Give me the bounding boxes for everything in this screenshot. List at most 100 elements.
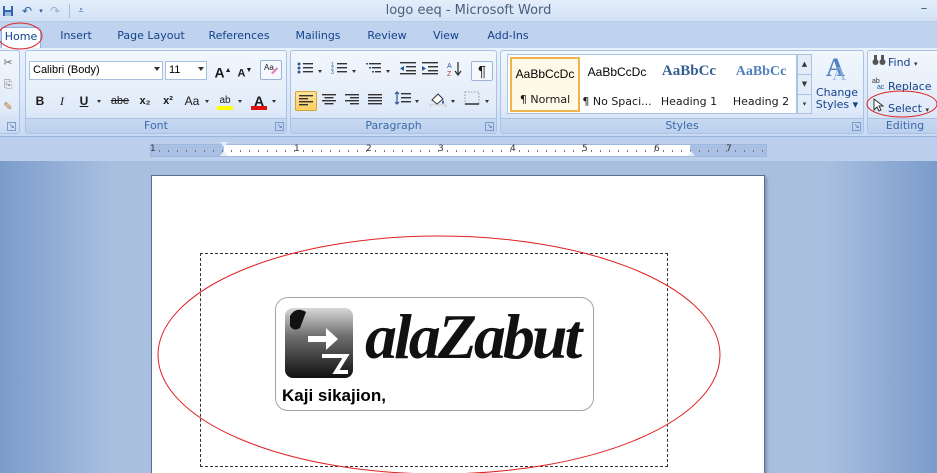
find-button[interactable]: Find ▾ bbox=[872, 54, 918, 72]
highlight-button[interactable]: ab bbox=[214, 91, 236, 111]
change-case-dropdown-icon[interactable] bbox=[205, 100, 209, 103]
style-normal[interactable]: AaBbCcDc ¶ Normal bbox=[510, 57, 580, 112]
ruler-tick bbox=[699, 150, 700, 152]
ribbon: ✂ ⎘ ✎ ↘ Calibri (Body) 11 A▲ A▼ Aa B I U… bbox=[0, 48, 937, 137]
gallery-down-icon[interactable]: ▼ bbox=[798, 75, 811, 95]
ruler-tick bbox=[501, 150, 502, 152]
ruler-tick bbox=[510, 150, 511, 152]
show-marks-button[interactable]: ¶ bbox=[471, 61, 493, 81]
chevron-down-icon: ▾ bbox=[914, 60, 918, 68]
horizontal-ruler[interactable]: 1 1 2 3 4 5 6 7 bbox=[150, 142, 767, 157]
hanging-indent-marker[interactable] bbox=[220, 151, 228, 156]
ruler-tick bbox=[366, 150, 367, 152]
line-spacing-dropdown-icon[interactable] bbox=[415, 100, 419, 103]
select-button[interactable]: Select ▾ bbox=[872, 97, 929, 116]
ruler-tick bbox=[285, 150, 286, 152]
ruler-tick bbox=[465, 150, 466, 152]
ruler-tick bbox=[546, 150, 547, 152]
tab-page-layout[interactable]: Page Layout bbox=[112, 27, 190, 48]
cut-icon[interactable]: ✂ bbox=[0, 53, 16, 73]
change-case-button[interactable]: Aa bbox=[181, 91, 203, 111]
line-spacing-icon[interactable] bbox=[392, 91, 414, 111]
borders-icon[interactable] bbox=[461, 91, 483, 111]
clipboard-launcher-icon[interactable]: ↘ bbox=[7, 122, 16, 131]
clipboard-group: ✂ ⎘ ✎ ↘ bbox=[0, 50, 20, 134]
ruler-tick bbox=[492, 150, 493, 152]
italic-button[interactable]: I bbox=[51, 91, 73, 111]
ruler-tick bbox=[528, 150, 529, 152]
ruler-tick bbox=[267, 150, 268, 152]
decrease-indent-icon[interactable] bbox=[397, 61, 419, 81]
font-color-button[interactable]: A bbox=[248, 91, 270, 111]
ruler-tick bbox=[384, 150, 385, 152]
font-launcher-icon[interactable]: ↘ bbox=[275, 122, 284, 131]
multilevel-list-icon[interactable] bbox=[363, 61, 385, 81]
gallery-more-icon[interactable]: ▾ bbox=[798, 95, 811, 115]
style-name: Heading 1 bbox=[660, 95, 718, 108]
tab-insert[interactable]: Insert bbox=[52, 27, 100, 48]
superscript-button[interactable]: x² bbox=[157, 91, 179, 111]
clear-formatting-button[interactable]: Aa bbox=[260, 60, 282, 80]
ruler-tick bbox=[483, 150, 484, 152]
ruler-tick bbox=[159, 150, 160, 152]
ruler-number: 2 bbox=[366, 144, 372, 154]
ruler-tick bbox=[438, 150, 439, 152]
first-line-indent-marker[interactable] bbox=[220, 142, 228, 147]
right-indent-marker[interactable] bbox=[687, 151, 695, 156]
tab-add-ins[interactable]: Add-Ins bbox=[478, 27, 538, 48]
subscript-button[interactable]: x₂ bbox=[134, 91, 156, 111]
tab-view[interactable]: View bbox=[426, 27, 466, 48]
borders-dropdown-icon[interactable] bbox=[485, 100, 489, 103]
font-color-dropdown-icon[interactable] bbox=[272, 100, 276, 103]
minimize-icon[interactable]: – bbox=[911, 1, 937, 19]
grow-font-button[interactable]: A▲ bbox=[212, 61, 234, 81]
ruler-tick bbox=[735, 150, 736, 152]
style-name: Heading 2 bbox=[732, 95, 790, 108]
underline-dropdown-icon[interactable] bbox=[97, 100, 101, 103]
align-left-button[interactable] bbox=[295, 91, 317, 111]
style-name: ¶ No Spaci... bbox=[582, 95, 652, 108]
style-heading-2[interactable]: AaBbCc Heading 2 bbox=[726, 57, 796, 112]
change-styles-icon: AA bbox=[826, 53, 847, 85]
replace-button[interactable]: ab ac Replace bbox=[872, 76, 932, 94]
numbering-dropdown-icon[interactable] bbox=[352, 70, 356, 73]
align-center-icon[interactable] bbox=[318, 91, 340, 111]
copy-icon[interactable]: ⎘ bbox=[0, 75, 16, 95]
font-name-combo[interactable]: Calibri (Body) bbox=[29, 61, 163, 80]
justify-icon[interactable] bbox=[364, 91, 386, 111]
tab-review[interactable]: Review bbox=[360, 27, 414, 48]
ruler-tick bbox=[564, 150, 565, 152]
shading-dropdown-icon[interactable] bbox=[451, 100, 455, 103]
gallery-up-icon[interactable]: ▲ bbox=[798, 55, 811, 75]
strikethrough-button[interactable]: abe bbox=[109, 91, 131, 111]
bullets-dropdown-icon[interactable] bbox=[318, 70, 322, 73]
tab-home[interactable]: Home bbox=[1, 27, 41, 48]
ruler-tick bbox=[249, 150, 250, 152]
ruler-tick bbox=[717, 150, 718, 152]
font-size-combo[interactable]: 11 bbox=[165, 61, 207, 80]
highlight-dropdown-icon[interactable] bbox=[238, 100, 242, 103]
ruler-tick bbox=[375, 150, 376, 152]
tab-mailings[interactable]: Mailings bbox=[288, 27, 348, 48]
style-heading-1[interactable]: AaBbCc Heading 1 bbox=[654, 57, 724, 112]
change-styles-button[interactable]: AA Change Styles ▾ bbox=[815, 52, 859, 116]
numbering-icon[interactable]: 123 bbox=[329, 61, 351, 81]
multilevel-dropdown-icon[interactable] bbox=[386, 70, 390, 73]
paragraph-launcher-icon[interactable]: ↘ bbox=[485, 122, 494, 131]
align-right-icon[interactable] bbox=[341, 91, 363, 111]
ruler-tick bbox=[429, 150, 430, 152]
increase-indent-icon[interactable] bbox=[419, 61, 441, 81]
underline-button[interactable]: U bbox=[73, 91, 95, 111]
logo-tagline: Kaji sikajion, bbox=[282, 386, 386, 405]
styles-launcher-icon[interactable]: ↘ bbox=[852, 122, 861, 131]
tab-references[interactable]: References bbox=[202, 27, 276, 48]
format-painter-icon[interactable]: ✎ bbox=[0, 97, 16, 117]
bold-button[interactable]: B bbox=[29, 91, 51, 111]
paragraph-group: 123 AZ ¶ Paragraph ↘ bbox=[290, 50, 497, 134]
style-no-spacing[interactable]: AaBbCcDc ¶ No Spaci... bbox=[582, 57, 652, 112]
shading-icon[interactable] bbox=[427, 91, 449, 111]
logo-wordmark: alaZabut bbox=[365, 301, 582, 372]
bullets-icon[interactable] bbox=[295, 61, 317, 81]
shrink-font-button[interactable]: A▼ bbox=[234, 61, 256, 81]
sort-icon[interactable]: AZ bbox=[444, 61, 466, 81]
